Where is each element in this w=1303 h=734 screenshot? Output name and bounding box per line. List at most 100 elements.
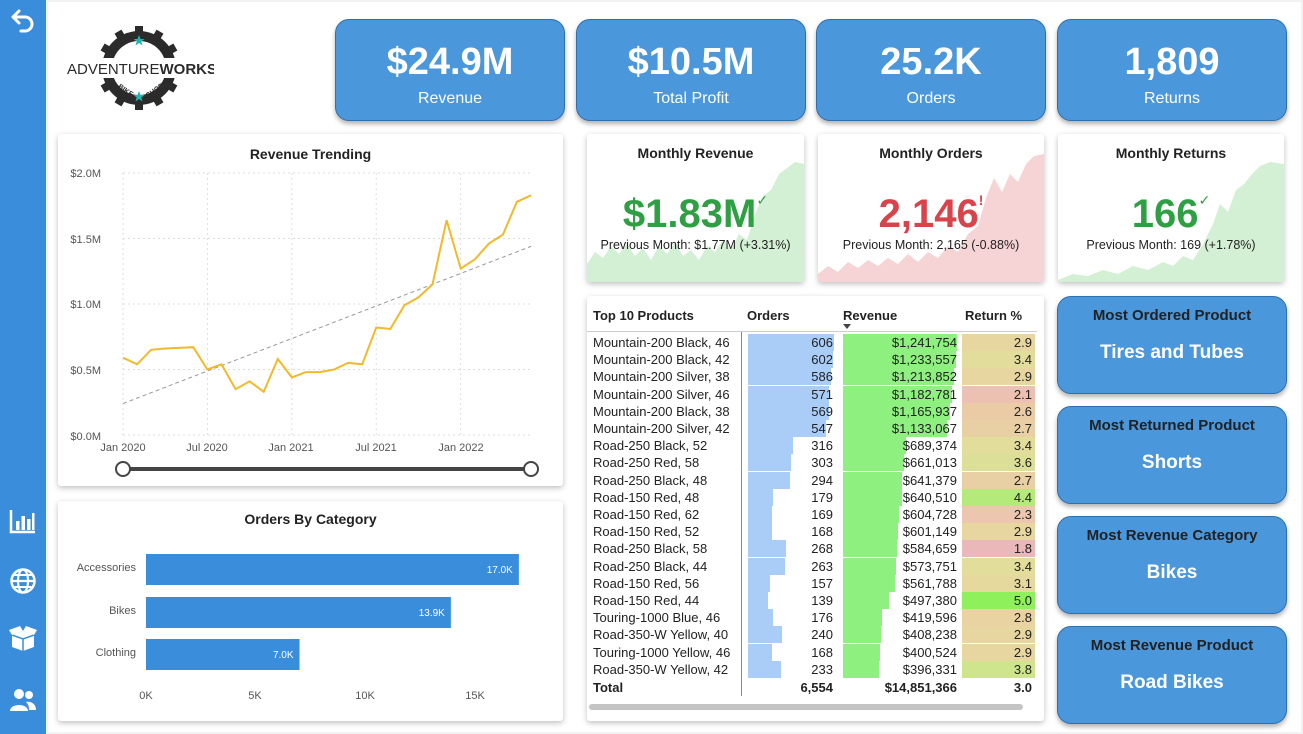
table-row[interactable]: Road-250 Red, 58 303 $661,013 3.6 — [587, 454, 1044, 472]
sort-desc-icon[interactable] — [843, 324, 851, 329]
product-name: Mountain-200 Black, 46 — [593, 335, 730, 350]
y-tick-label: $1.5M — [70, 234, 101, 246]
product-return-percent: 3.1 — [962, 574, 1035, 592]
kpi-total-profit[interactable]: $10.5M Total Profit — [576, 19, 806, 121]
product-name: Road-150 Red, 52 — [593, 524, 700, 540]
kpi-returns[interactable]: 1,809 Returns — [1057, 19, 1287, 121]
product-orders: 168 — [811, 644, 833, 660]
product-return-percent: 2.7 — [962, 471, 1035, 489]
monthly-revenue-title: Monthly Revenue — [637, 145, 754, 161]
table-row[interactable]: Mountain-200 Black, 46 606 $1,241,754 2.9 — [587, 334, 1044, 351]
orders-by-category-card: Orders By Category 0K 5K 10K 15K Accesso… — [58, 501, 563, 721]
most-ordered-product-value: Tires and Tubes — [1100, 342, 1244, 363]
most-ordered-product-card[interactable]: Most Ordered Product Tires and Tubes — [1057, 296, 1287, 394]
product-revenue: $1,182,781 — [891, 386, 957, 402]
table-row[interactable]: Road-250 Black, 48 294 $641,379 2.7 — [587, 471, 1044, 489]
product-name: Road-150 Red, 48 — [593, 489, 700, 505]
monthly-returns-value: 166 — [1131, 192, 1199, 236]
monthly-orders-card: Monthly Orders 2,146! Previous Month: 2,… — [818, 134, 1044, 282]
bar-data-label: 13.9K — [419, 608, 445, 619]
product-return-percent: 2.9 — [962, 334, 1035, 351]
x-tick-label: Jan 2022 — [438, 442, 483, 454]
x-tick-label: Jul 2020 — [186, 442, 228, 454]
most-ordered-product-title: Most Ordered Product — [1092, 307, 1252, 324]
users-icon[interactable] — [9, 686, 37, 714]
chart-icon[interactable] — [9, 507, 37, 535]
product-return-percent: 2.6 — [962, 402, 1035, 420]
most-revenue-product-card[interactable]: Most Revenue Product Road Bikes — [1057, 626, 1287, 724]
header-orders[interactable]: Orders — [747, 308, 790, 323]
table-row[interactable]: Touring-1000 Blue, 46 176 $419,596 2.8 — [587, 609, 1044, 627]
product-revenue: $640,510 — [902, 489, 957, 505]
kpi-profit-value: $10.5M — [627, 41, 755, 83]
product-name: Road-250 Black, 44 — [593, 558, 708, 574]
kpi-orders-value: 25.2K — [880, 41, 982, 83]
product-revenue: $573,751 — [902, 558, 957, 574]
product-orders: 602 — [811, 352, 833, 368]
kpi-returns-value: 1,809 — [1124, 41, 1220, 83]
table-row[interactable]: Road-150 Red, 62 169 $604,728 2.3 — [587, 506, 1044, 523]
header-revenue[interactable]: Revenue — [843, 308, 897, 323]
horizontal-scrollbar[interactable] — [589, 704, 1023, 710]
table-row[interactable]: Mountain-200 Black, 38 569 $1,165,937 2.6 — [587, 402, 1044, 420]
product-return-percent: 5.0 — [962, 592, 1035, 609]
product-revenue: $604,728 — [902, 507, 957, 522]
table-row[interactable]: Road-250 Black, 52 316 $689,374 3.4 — [587, 437, 1044, 455]
box-icon[interactable] — [9, 625, 37, 653]
check-icon: ✓ — [756, 192, 769, 208]
logo-text-works: WORKS — [160, 61, 214, 78]
table-row[interactable]: Road-150 Red, 48 179 $640,510 4.4 — [587, 488, 1044, 506]
kpi-returns-label: Returns — [1143, 90, 1201, 107]
most-returned-product-value: Shorts — [1141, 452, 1203, 473]
most-revenue-category-title: Most Revenue Category — [1086, 527, 1258, 544]
most-revenue-category-card[interactable]: Most Revenue Category Bikes — [1057, 516, 1287, 614]
y-tick-label: $0.0M — [70, 431, 101, 443]
product-orders: 179 — [811, 489, 833, 505]
table-row[interactable]: Road-250 Black, 58 268 $584,659 1.8 — [587, 540, 1044, 558]
monthly-revenue-value: $1.83M — [622, 192, 757, 236]
back-icon[interactable] — [9, 6, 37, 34]
table-row[interactable]: Mountain-200 Silver, 38 586 $1,213,852 2.9 — [587, 368, 1044, 386]
table-row[interactable]: Road-150 Red, 56 157 $561,788 3.1 — [587, 574, 1044, 592]
x-tick-label: 0K — [139, 690, 153, 702]
revenue-trending-chart: $2.0M $1.5M $1.0M $0.5M $0.0M Jan 2020 J… — [70, 168, 539, 477]
monthly-revenue-card: Monthly Revenue $1.83M✓ Previous Month: … — [587, 134, 804, 282]
table-row[interactable]: Road-150 Red, 52 168 $601,149 2.9 — [587, 523, 1044, 541]
total-label: Total — [593, 680, 624, 695]
product-return-percent: 4.4 — [962, 488, 1035, 506]
product-revenue: $661,013 — [902, 455, 957, 471]
category-bar — [146, 554, 519, 585]
product-revenue: $1,133,067 — [891, 421, 957, 436]
table-row[interactable]: Road-250 Black, 44 263 $573,751 3.4 — [587, 557, 1044, 575]
product-orders: 169 — [811, 507, 833, 522]
product-name: Road-250 Black, 48 — [593, 472, 708, 488]
date-range-slider-start-handle[interactable] — [115, 461, 131, 477]
kpi-revenue-label: Revenue — [417, 90, 483, 107]
product-return-percent: 2.8 — [962, 609, 1035, 627]
table-row[interactable]: Touring-1000 Yellow, 46 168 $400,524 2.9 — [587, 643, 1044, 661]
table-row[interactable]: Road-150 Red, 44 139 $497,380 5.0 — [587, 592, 1044, 609]
table-row[interactable]: Road-350-W Yellow, 42 233 $396,331 3.8 — [587, 660, 1044, 678]
x-tick-label: Jan 2021 — [268, 442, 313, 454]
kpi-revenue[interactable]: $24.9M Revenue — [335, 19, 565, 121]
product-return-percent: 3.4 — [962, 351, 1035, 369]
product-name: Mountain-200 Silver, 42 — [593, 421, 730, 436]
table-row[interactable]: Road-350-W Yellow, 40 240 $408,238 2.9 — [587, 626, 1044, 644]
bar-data-label: 7.0K — [273, 650, 294, 661]
category-label: Bikes — [109, 605, 136, 617]
y-tick-label: $0.5M — [70, 365, 101, 377]
globe-icon[interactable] — [9, 567, 37, 595]
kpi-orders[interactable]: 25.2K Orders — [816, 19, 1046, 121]
header-return-percent[interactable]: Return % — [965, 308, 1022, 323]
product-return-percent: 3.4 — [962, 557, 1035, 575]
product-orders: 294 — [811, 472, 833, 488]
most-returned-product-card[interactable]: Most Returned Product Shorts — [1057, 406, 1287, 504]
product-revenue: $400,524 — [902, 644, 957, 660]
table-row[interactable]: Mountain-200 Silver, 46 571 $1,182,781 2.1 — [587, 385, 1044, 403]
table-row[interactable]: Mountain-200 Silver, 42 547 $1,133,067 2.7 — [587, 420, 1044, 437]
product-return-percent: 2.9 — [962, 523, 1035, 541]
date-range-slider-end-handle[interactable] — [523, 461, 539, 477]
product-orders: 316 — [811, 438, 833, 454]
table-row[interactable]: Mountain-200 Black, 42 602 $1,233,557 3.4 — [587, 351, 1044, 369]
header-product[interactable]: Top 10 Products — [593, 308, 694, 323]
